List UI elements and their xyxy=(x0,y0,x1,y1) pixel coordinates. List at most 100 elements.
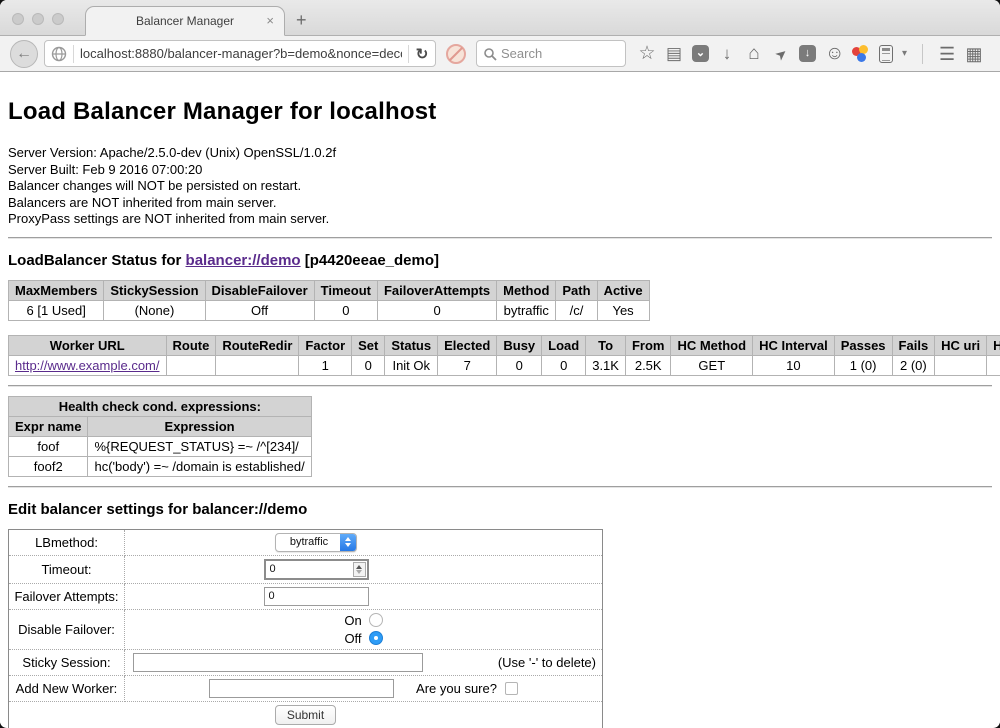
window-controls xyxy=(12,13,64,25)
timeout-label: Timeout: xyxy=(9,555,125,583)
disable-failover-row: Disable Failover: On Off xyxy=(9,609,603,649)
browser-window: Balancer Manager × + ← ↻ xyxy=(0,0,1000,728)
close-window-button[interactable] xyxy=(12,13,24,25)
table-header-row: MaxMembers StickySession DisableFailover… xyxy=(9,280,650,300)
add-worker-row: Add New Worker: Are you sure? xyxy=(9,675,603,701)
search-input[interactable] xyxy=(501,46,619,61)
persist-warning-line: Balancer changes will NOT be persisted o… xyxy=(8,178,992,195)
tab-title: Balancer Manager xyxy=(136,14,234,28)
add-worker-label: Add New Worker: xyxy=(9,675,125,701)
reading-list-icon[interactable]: ▤ xyxy=(665,45,683,63)
balancer-status-table: MaxMembers StickySession DisableFailover… xyxy=(8,280,650,321)
tab-bar: Balancer Manager × + xyxy=(0,0,1000,36)
section-divider xyxy=(8,385,992,387)
table-row: foof2 hc('body') =~ /domain is establish… xyxy=(9,456,312,476)
table-row: http://www.example.com/ 1 0 Init Ok 7 0 … xyxy=(9,355,1000,375)
toolbar-divider xyxy=(922,44,923,64)
server-version-line: Server Version: Apache/2.5.0-dev (Unix) … xyxy=(8,145,992,162)
lbmethod-label: LBmethod: xyxy=(9,529,125,555)
col-failoverattempts: FailoverAttempts xyxy=(377,280,496,300)
feedback-smiley-icon[interactable]: ☺ xyxy=(825,45,843,63)
status-heading: LoadBalancer Status for balancer://demo … xyxy=(8,252,992,269)
table-row: 6 [1 Used] (None) Off 0 0 bytraffic /c/ … xyxy=(9,300,650,320)
failover-off-radio[interactable] xyxy=(369,631,383,645)
col-timeout: Timeout xyxy=(314,280,377,300)
col-expression: Expression xyxy=(88,416,311,436)
number-spinner-icon[interactable] xyxy=(353,562,366,577)
col-stickysession: StickySession xyxy=(104,280,205,300)
failover-attempts-input[interactable] xyxy=(264,587,369,606)
sticky-session-note: (Use '-' to delete) xyxy=(498,655,596,670)
edit-balancer-form: LBmethod: bytraffic Timeout: xyxy=(8,529,603,728)
lbmethod-select[interactable]: bytraffic xyxy=(275,533,357,552)
add-worker-input[interactable] xyxy=(209,679,394,698)
home-icon[interactable]: ⌂ xyxy=(745,45,763,63)
col-maxmembers: MaxMembers xyxy=(9,280,104,300)
lbmethod-selected-value: bytraffic xyxy=(276,536,340,548)
search-bar[interactable] xyxy=(476,40,626,67)
bookmark-star-icon[interactable]: ☆ xyxy=(638,45,656,63)
section-divider xyxy=(8,486,992,488)
col-expr-name: Expr name xyxy=(9,416,88,436)
balancer-demo-link[interactable]: balancer://demo xyxy=(186,252,301,269)
col-disablefailover: DisableFailover xyxy=(205,280,314,300)
on-radio-label: On xyxy=(344,613,361,628)
globe-icon xyxy=(51,46,67,62)
page-title: Load Balancer Manager for localhost xyxy=(8,72,992,126)
server-built-line: Server Built: Feb 9 2016 07:00:20 xyxy=(8,162,992,179)
submit-button[interactable]: Submit xyxy=(275,705,336,725)
health-table-title: Health check cond. expressions: xyxy=(9,396,312,416)
timeout-row: Timeout: xyxy=(9,555,603,583)
edit-settings-heading: Edit balancer settings for balancer://de… xyxy=(8,501,992,518)
url-bar[interactable]: ↻ xyxy=(44,40,436,67)
table-row: foof %{REQUEST_STATUS} =~ /^[234]/ xyxy=(9,436,312,456)
pages-grid-icon[interactable]: ▦ xyxy=(965,45,983,63)
off-radio-label: Off xyxy=(344,631,361,646)
panel-download-icon[interactable]: ↓ xyxy=(799,45,816,62)
zoom-window-button[interactable] xyxy=(52,13,64,25)
failover-attempts-label: Failover Attempts: xyxy=(9,583,125,609)
navigation-toolbar: ← ↻ ☆ ▤ ⌄ ↓ ⌂ ➤ xyxy=(0,36,1000,72)
inherit-warning-line: Balancers are NOT inherited from main se… xyxy=(8,195,992,212)
back-button[interactable]: ← xyxy=(10,40,38,68)
col-path: Path xyxy=(556,280,597,300)
failover-attempts-row: Failover Attempts: xyxy=(9,583,603,609)
status-heading-prefix: LoadBalancer Status for xyxy=(8,252,186,269)
toolbar-icons: ☆ ▤ ⌄ ↓ ⌂ ➤ ↓ ☺ ▾ ☰ ▦ xyxy=(638,44,983,64)
colored-dots-extension-icon[interactable] xyxy=(852,45,870,63)
sticky-session-input[interactable] xyxy=(133,653,423,672)
extension-caret-icon[interactable]: ▾ xyxy=(902,48,907,59)
status-heading-suffix: [p4420eeae_demo] xyxy=(301,252,439,269)
tab-close-icon[interactable]: × xyxy=(266,13,274,29)
minimize-window-button[interactable] xyxy=(32,13,44,25)
are-you-sure-label: Are you sure? xyxy=(416,681,497,696)
page-content: Load Balancer Manager for localhost Serv… xyxy=(0,72,1000,727)
table-header-row: Worker URL Route RouteRedir Factor Set S… xyxy=(9,335,1000,355)
adblock-icon[interactable] xyxy=(446,44,466,64)
send-tab-icon[interactable]: ➤ xyxy=(768,41,793,66)
worker-table: Worker URL Route RouteRedir Factor Set S… xyxy=(8,335,1000,376)
url-input[interactable] xyxy=(74,46,408,61)
are-you-sure-checkbox[interactable] xyxy=(505,682,518,695)
pocket-icon[interactable]: ⌄ xyxy=(692,45,709,62)
menu-hamburger-icon[interactable]: ☰ xyxy=(938,45,956,63)
reload-icon[interactable]: ↻ xyxy=(409,45,435,63)
battery-extension-icon[interactable] xyxy=(879,45,893,63)
failover-on-radio[interactable] xyxy=(369,613,383,627)
proxypass-warning-line: ProxyPass settings are NOT inherited fro… xyxy=(8,211,992,228)
lbmethod-row: LBmethod: bytraffic xyxy=(9,529,603,555)
tab-balancer-manager[interactable]: Balancer Manager × xyxy=(85,6,285,36)
new-tab-button[interactable]: + xyxy=(296,10,307,31)
sticky-session-label: Sticky Session: xyxy=(9,649,125,675)
submit-row: Submit xyxy=(9,701,603,728)
table-header-row: Expr name Expression xyxy=(9,416,312,436)
col-method: Method xyxy=(497,280,556,300)
select-stepper-icon xyxy=(340,533,356,552)
disable-failover-label: Disable Failover: xyxy=(9,609,125,649)
sticky-session-row: Sticky Session: (Use '-' to delete) xyxy=(9,649,603,675)
downloads-icon[interactable]: ↓ xyxy=(718,45,736,63)
server-info: Server Version: Apache/2.5.0-dev (Unix) … xyxy=(8,145,992,228)
health-check-table: Health check cond. expressions: Expr nam… xyxy=(8,396,312,477)
worker-url-link[interactable]: http://www.example.com/ xyxy=(15,358,160,373)
table-title-row: Health check cond. expressions: xyxy=(9,396,312,416)
